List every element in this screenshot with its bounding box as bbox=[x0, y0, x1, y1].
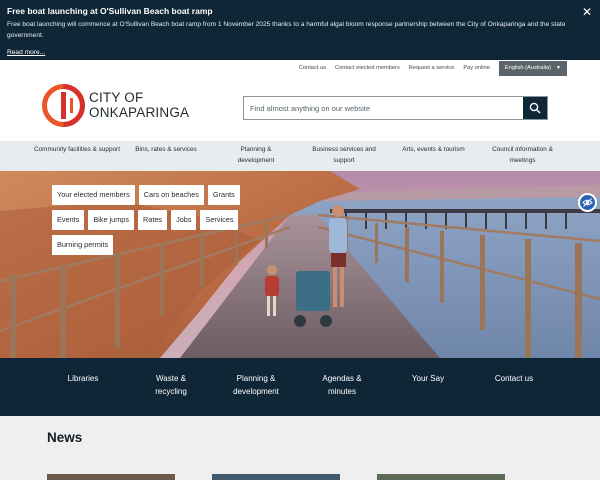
nav-item-bins-rates-services[interactable]: Bins, rates & services bbox=[126, 144, 206, 155]
nav-item-community-facilities[interactable]: Community facilities & support bbox=[34, 144, 120, 155]
service-your-say[interactable]: Your Say bbox=[397, 372, 459, 385]
service-label: Agendas & bbox=[322, 374, 362, 383]
news-card-image[interactable] bbox=[212, 474, 340, 480]
search-box bbox=[243, 96, 548, 120]
service-waste-recycling[interactable]: Waste & recycling bbox=[140, 372, 202, 398]
hero-banner: Your elected members Cars on beaches Gra… bbox=[0, 171, 600, 358]
quick-link-jobs[interactable]: Jobs bbox=[171, 210, 197, 230]
quick-link-grants[interactable]: Grants bbox=[207, 185, 240, 205]
alert-read-more-link[interactable]: Read more... bbox=[7, 47, 45, 58]
language-label: English (Australia) bbox=[504, 65, 552, 71]
accessibility-button[interactable] bbox=[578, 193, 597, 212]
nav-item-planning-development[interactable]: Planning & development bbox=[222, 144, 290, 166]
chevron-down-icon: ▼ bbox=[556, 65, 561, 71]
quick-link-your-elected-members[interactable]: Your elected members bbox=[52, 185, 135, 205]
city-logo-icon[interactable] bbox=[42, 84, 85, 127]
search-icon bbox=[529, 102, 541, 114]
logo-text[interactable]: CITY OF ONKAPARINGA bbox=[89, 90, 189, 120]
utility-link-pay-online[interactable]: Pay online bbox=[463, 65, 490, 71]
alert-title: Free boat launching at O'Sullivan Beach … bbox=[7, 6, 213, 16]
service-libraries[interactable]: Libraries bbox=[52, 372, 114, 385]
service-label: recycling bbox=[155, 387, 187, 396]
news-card-image[interactable] bbox=[47, 474, 175, 480]
quick-link-cars-on-beaches[interactable]: Cars on beaches bbox=[138, 185, 204, 205]
quick-link-bike-jumps[interactable]: Bike jumps bbox=[88, 210, 134, 230]
service-label: development bbox=[233, 387, 279, 396]
quick-links: Your elected members Cars on beaches Gra… bbox=[52, 185, 272, 255]
quick-link-burning-permits[interactable]: Burning permits bbox=[52, 235, 114, 255]
search-input[interactable] bbox=[244, 97, 523, 119]
news-section: News bbox=[0, 416, 600, 480]
service-agendas-minutes[interactable]: Agendas & minutes bbox=[311, 372, 373, 398]
quick-link-events[interactable]: Events bbox=[52, 210, 85, 230]
utility-link-contact-elected-members[interactable]: Contact elected members bbox=[335, 65, 400, 71]
logo-line-2: ONKAPARINGA bbox=[89, 105, 190, 120]
main-nav: Community facilities & support Bins, rat… bbox=[0, 141, 600, 171]
language-selector[interactable]: English (Australia) ▼ bbox=[498, 60, 567, 76]
service-label: Waste & bbox=[156, 374, 186, 383]
alert-body: Free boat launching will commence at O'S… bbox=[7, 21, 566, 39]
quick-link-rates[interactable]: Rates bbox=[138, 210, 168, 230]
nav-item-business-services[interactable]: Business services and support bbox=[303, 144, 385, 166]
nav-item-council-information[interactable]: Council information & meetings bbox=[480, 144, 565, 166]
service-label: Libraries bbox=[67, 374, 99, 383]
services-band: Libraries Waste & recycling Planning & d… bbox=[0, 358, 600, 416]
alert-banner: Free boat launching at O'Sullivan Beach … bbox=[0, 0, 600, 60]
service-label: Your Say bbox=[411, 374, 445, 383]
search-button[interactable] bbox=[523, 97, 547, 119]
utility-bar: Contact us Contact elected members Reque… bbox=[299, 60, 567, 76]
service-planning-development[interactable]: Planning & development bbox=[224, 372, 288, 398]
nav-item-arts-events-tourism[interactable]: Arts, events & tourism bbox=[391, 144, 476, 155]
service-label: Planning & bbox=[236, 374, 276, 383]
utility-link-contact-us[interactable]: Contact us bbox=[299, 65, 326, 71]
close-icon[interactable]: ✕ bbox=[582, 5, 592, 19]
accessibility-icon bbox=[582, 198, 593, 207]
utility-link-request-a-service[interactable]: Request a service bbox=[409, 65, 455, 71]
quick-link-services[interactable]: Services bbox=[200, 210, 239, 230]
news-heading: News bbox=[47, 430, 83, 445]
logo-line-1: CITY OF bbox=[89, 90, 144, 105]
service-label: Contact us bbox=[494, 374, 534, 383]
service-label: minutes bbox=[327, 387, 356, 396]
news-card-image[interactable] bbox=[377, 474, 505, 480]
service-contact-us[interactable]: Contact us bbox=[483, 372, 545, 385]
